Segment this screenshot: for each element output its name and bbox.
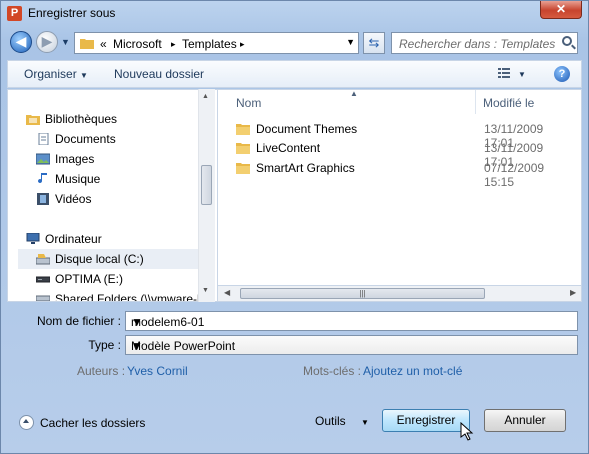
- filename-dropdown-icon[interactable]: ▼: [131, 315, 572, 329]
- breadcrumb-separator-icon[interactable]: ▸: [171, 39, 176, 50]
- search-icon: [562, 36, 572, 46]
- command-bar: Organiser ▼ Nouveau dossier ▼ ?: [7, 60, 582, 88]
- title-bar: P Enregistrer sous ✕: [1, 1, 588, 27]
- file-name: SmartArt Graphics: [256, 161, 355, 175]
- folder-icon: [80, 39, 94, 49]
- save-as-dialog: P Enregistrer sous ✕ ◀ ▶ ▼ « Microsoft ▸…: [0, 0, 589, 454]
- nav-label: Bibliothèques: [45, 112, 118, 126]
- column-name-header[interactable]: Nom: [236, 96, 261, 110]
- scroll-down-icon[interactable]: ▼: [202, 287, 209, 294]
- column-modified-header[interactable]: Modifié le: [483, 96, 534, 110]
- organize-label: Organiser: [24, 67, 77, 81]
- nav-item-images[interactable]: Images: [36, 152, 94, 166]
- file-type-select[interactable]: Modèle PowerPoint ▼: [125, 335, 578, 355]
- window-title: Enregistrer sous: [28, 6, 116, 20]
- file-row[interactable]: Document Themes 13/11/2009 17:01: [236, 120, 576, 150]
- new-folder-button[interactable]: Nouveau dossier: [114, 67, 204, 81]
- nav-item-computer[interactable]: Ordinateur: [26, 232, 102, 246]
- file-row[interactable]: SmartArt Graphics 07/12/2009 15:15: [236, 159, 576, 189]
- nav-item-local-disk[interactable]: Disque local (C:): [36, 252, 144, 266]
- organize-button[interactable]: Organiser ▼: [24, 67, 88, 81]
- network-drive-icon: [36, 295, 50, 301]
- history-dropdown-icon[interactable]: ▼: [61, 37, 70, 47]
- tools-dropdown-icon: ▼: [361, 418, 369, 427]
- keywords-field[interactable]: Ajoutez un mot-clé: [363, 364, 462, 378]
- navigation-pane: Bibliothèques Documents Images Musique V…: [7, 89, 217, 302]
- scroll-up-icon[interactable]: ▲: [202, 93, 209, 100]
- save-button[interactable]: Enregistrer: [382, 409, 470, 432]
- view-dropdown-icon[interactable]: ▼: [518, 70, 526, 79]
- keywords-label: Mots-clés :: [303, 364, 362, 378]
- folder-icon: [236, 163, 250, 174]
- scroll-right-icon[interactable]: ▶: [570, 288, 576, 297]
- nav-label: OPTIMA (E:): [55, 272, 124, 286]
- file-row[interactable]: LiveContent 13/11/2009 17:01: [236, 139, 576, 169]
- film-icon: [37, 193, 49, 205]
- nav-item-shared-folders[interactable]: Shared Folders (\\vmware-ho: [36, 292, 211, 302]
- column-separator[interactable]: [475, 90, 476, 114]
- nav-label: Vidéos: [55, 192, 92, 206]
- view-options-icon[interactable]: [498, 68, 510, 79]
- nav-label: Disque local (C:): [55, 252, 144, 266]
- scroll-thumb[interactable]: [201, 165, 212, 205]
- tools-button[interactable]: Outils ▼: [315, 414, 369, 428]
- folder-icon: [236, 124, 250, 135]
- sort-ascending-icon: ▲: [350, 89, 358, 98]
- breadcrumb-overflow[interactable]: «: [100, 37, 107, 51]
- powerpoint-icon: P: [7, 6, 22, 21]
- filename-label: Nom de fichier :: [36, 314, 121, 328]
- nav-item-documents[interactable]: Documents: [36, 132, 116, 146]
- horizontal-scrollbar[interactable]: ◀ ||| ▶: [217, 285, 582, 302]
- breadcrumb-templates[interactable]: Templates: [182, 37, 237, 51]
- document-icon: [38, 133, 49, 145]
- file-name: Document Themes: [256, 122, 358, 136]
- address-bar[interactable]: « Microsoft ▸ Templates ▸ ▼: [74, 32, 359, 54]
- search-input[interactable]: Rechercher dans : Templates: [391, 32, 578, 54]
- nav-item-videos[interactable]: Vidéos: [36, 192, 91, 206]
- back-button[interactable]: ◀: [10, 31, 32, 53]
- authors-value[interactable]: Yves Cornil: [127, 364, 188, 378]
- breadcrumb-microsoft[interactable]: Microsoft: [113, 37, 162, 51]
- drive-icon: [36, 254, 50, 265]
- file-list: Nom ▲ Modifié le Document Themes 13/11/2…: [217, 89, 582, 302]
- drive-icon: [36, 276, 50, 283]
- music-note-icon: [38, 173, 47, 184]
- file-date: 07/12/2009 15:15: [484, 161, 545, 189]
- navigation-scrollbar[interactable]: ▲ ▼: [198, 89, 215, 302]
- forward-button[interactable]: ▶: [36, 31, 58, 53]
- picture-icon: [36, 153, 50, 165]
- help-icon[interactable]: ?: [554, 66, 570, 82]
- nav-label: Documents: [55, 132, 116, 146]
- nav-item-music[interactable]: Musique: [36, 172, 100, 186]
- scroll-left-icon[interactable]: ◀: [224, 288, 230, 297]
- hide-folders-button[interactable]: Cacher les dossiers: [19, 415, 145, 430]
- scroll-thumb[interactable]: |||: [240, 288, 485, 299]
- breadcrumb-separator-icon[interactable]: ▸: [240, 39, 245, 50]
- nav-item-optima[interactable]: OPTIMA (E:): [36, 272, 123, 286]
- collapse-icon: [19, 415, 34, 430]
- nav-item-libraries[interactable]: Bibliothèques: [26, 112, 117, 126]
- hide-folders-label: Cacher les dossiers: [40, 416, 146, 430]
- nav-label: Ordinateur: [45, 232, 102, 246]
- nav-label: Images: [55, 152, 95, 166]
- authors-label: Auteurs :: [77, 364, 126, 378]
- address-dropdown-icon[interactable]: ▼: [346, 37, 355, 47]
- library-icon: [26, 115, 40, 125]
- filename-field[interactable]: modelem6-01 ▼: [125, 311, 578, 331]
- nav-label: Musique: [55, 172, 101, 186]
- address-row: ◀ ▶ ▼ « Microsoft ▸ Templates ▸ ▼ ⇆ Rech…: [1, 28, 588, 58]
- refresh-button[interactable]: ⇆: [363, 32, 385, 54]
- search-placeholder: Rechercher dans : Templates: [399, 37, 556, 51]
- type-label: Type :: [88, 338, 121, 352]
- mouse-cursor-icon: [460, 422, 474, 441]
- computer-icon: [26, 233, 40, 244]
- file-type-dropdown-icon[interactable]: ▼: [131, 339, 572, 353]
- cancel-button[interactable]: Annuler: [484, 409, 566, 432]
- file-name: LiveContent: [256, 141, 321, 155]
- folder-icon: [236, 143, 250, 154]
- tools-label: Outils: [315, 414, 346, 428]
- close-button[interactable]: ✕: [540, 1, 582, 19]
- nav-label: Shared Folders (\\vmware-ho: [55, 292, 211, 302]
